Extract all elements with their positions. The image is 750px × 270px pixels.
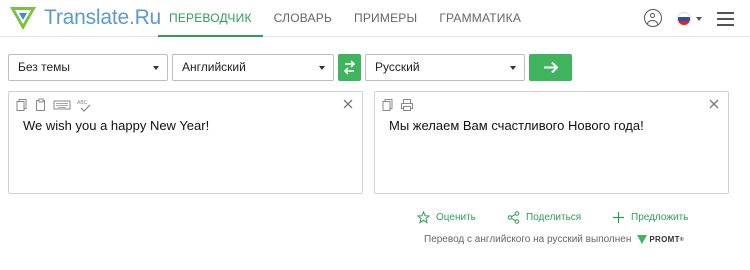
target-text: Мы желаем Вам счастливого Нового года! (389, 118, 644, 133)
target-panel: Мы желаем Вам счастливого Нового года! (374, 91, 729, 194)
promt-brand: PROMT (649, 235, 680, 244)
suggest-action[interactable]: Предложить (612, 211, 688, 224)
translation-credit: Перевод с английского на русский выполне… (424, 234, 684, 245)
topic-select-value: Без темы (18, 60, 71, 74)
promt-logo[interactable]: PROMT ® (637, 235, 683, 244)
source-language-value: Английский (182, 60, 246, 74)
nav-translator[interactable]: ПЕРЕВОДЧИК (158, 0, 263, 37)
nav-grammar[interactable]: ГРАММАТИКА (428, 0, 532, 37)
keyboard-icon[interactable] (53, 98, 71, 112)
rate-action[interactable]: Оценить (417, 211, 476, 224)
nav-dictionary[interactable]: СЛОВАРЬ (263, 0, 343, 37)
print-icon[interactable] (400, 98, 414, 112)
svg-text:ABC: ABC (77, 100, 88, 106)
plus-icon (613, 212, 624, 223)
language-caret-icon[interactable] (696, 17, 702, 21)
spellcheck-icon[interactable]: ABC (76, 98, 92, 112)
target-language-value: Русский (375, 60, 420, 74)
logo[interactable]: Translate.Ru (8, 4, 161, 32)
share-icon (507, 211, 520, 224)
target-language-select[interactable]: Русский (365, 54, 525, 81)
suggest-label: Предложить (631, 212, 689, 223)
swap-icon (343, 60, 356, 75)
logo-icon (10, 7, 36, 30)
copy-icon[interactable] (381, 98, 395, 112)
nav-examples[interactable]: ПРИМЕРЫ (343, 0, 428, 37)
share-label: Поделиться (526, 212, 582, 223)
share-action[interactable]: Поделиться (507, 211, 581, 224)
credit-text: Перевод с английского на русский выполне… (424, 234, 632, 245)
chevron-down-icon (319, 66, 325, 70)
header: Translate.Ru ПЕРЕВОДЧИК СЛОВАРЬ ПРИМЕРЫ … (0, 0, 750, 37)
arrow-right-icon (544, 61, 559, 74)
main-nav: ПЕРЕВОДЧИК СЛОВАРЬ ПРИМЕРЫ ГРАММАТИКА (158, 0, 532, 37)
source-panel: ABC We wish you a happy New Year! (8, 91, 363, 194)
swap-languages-button[interactable] (338, 54, 361, 81)
chevron-down-icon (153, 66, 159, 70)
copy-icon[interactable] (15, 98, 29, 112)
clear-source-icon[interactable] (342, 98, 354, 110)
topic-select[interactable]: Без темы (8, 54, 168, 81)
source-language-select[interactable]: Английский (172, 54, 334, 81)
target-tools (381, 98, 414, 112)
source-text[interactable]: We wish you a happy New Year! (23, 118, 209, 133)
rate-label: Оценить (436, 212, 476, 223)
source-tools: ABC (15, 98, 92, 112)
logo-text: Translate.Ru (44, 6, 162, 29)
clear-target-icon[interactable] (708, 98, 720, 110)
user-icon[interactable] (644, 9, 662, 27)
russian-flag-icon[interactable] (677, 12, 691, 26)
hamburger-menu-icon[interactable] (717, 12, 734, 30)
star-icon (417, 211, 430, 224)
translate-button[interactable] (529, 54, 572, 81)
promt-logo-icon (637, 235, 648, 244)
paste-icon[interactable] (34, 98, 48, 112)
chevron-down-icon (510, 66, 516, 70)
